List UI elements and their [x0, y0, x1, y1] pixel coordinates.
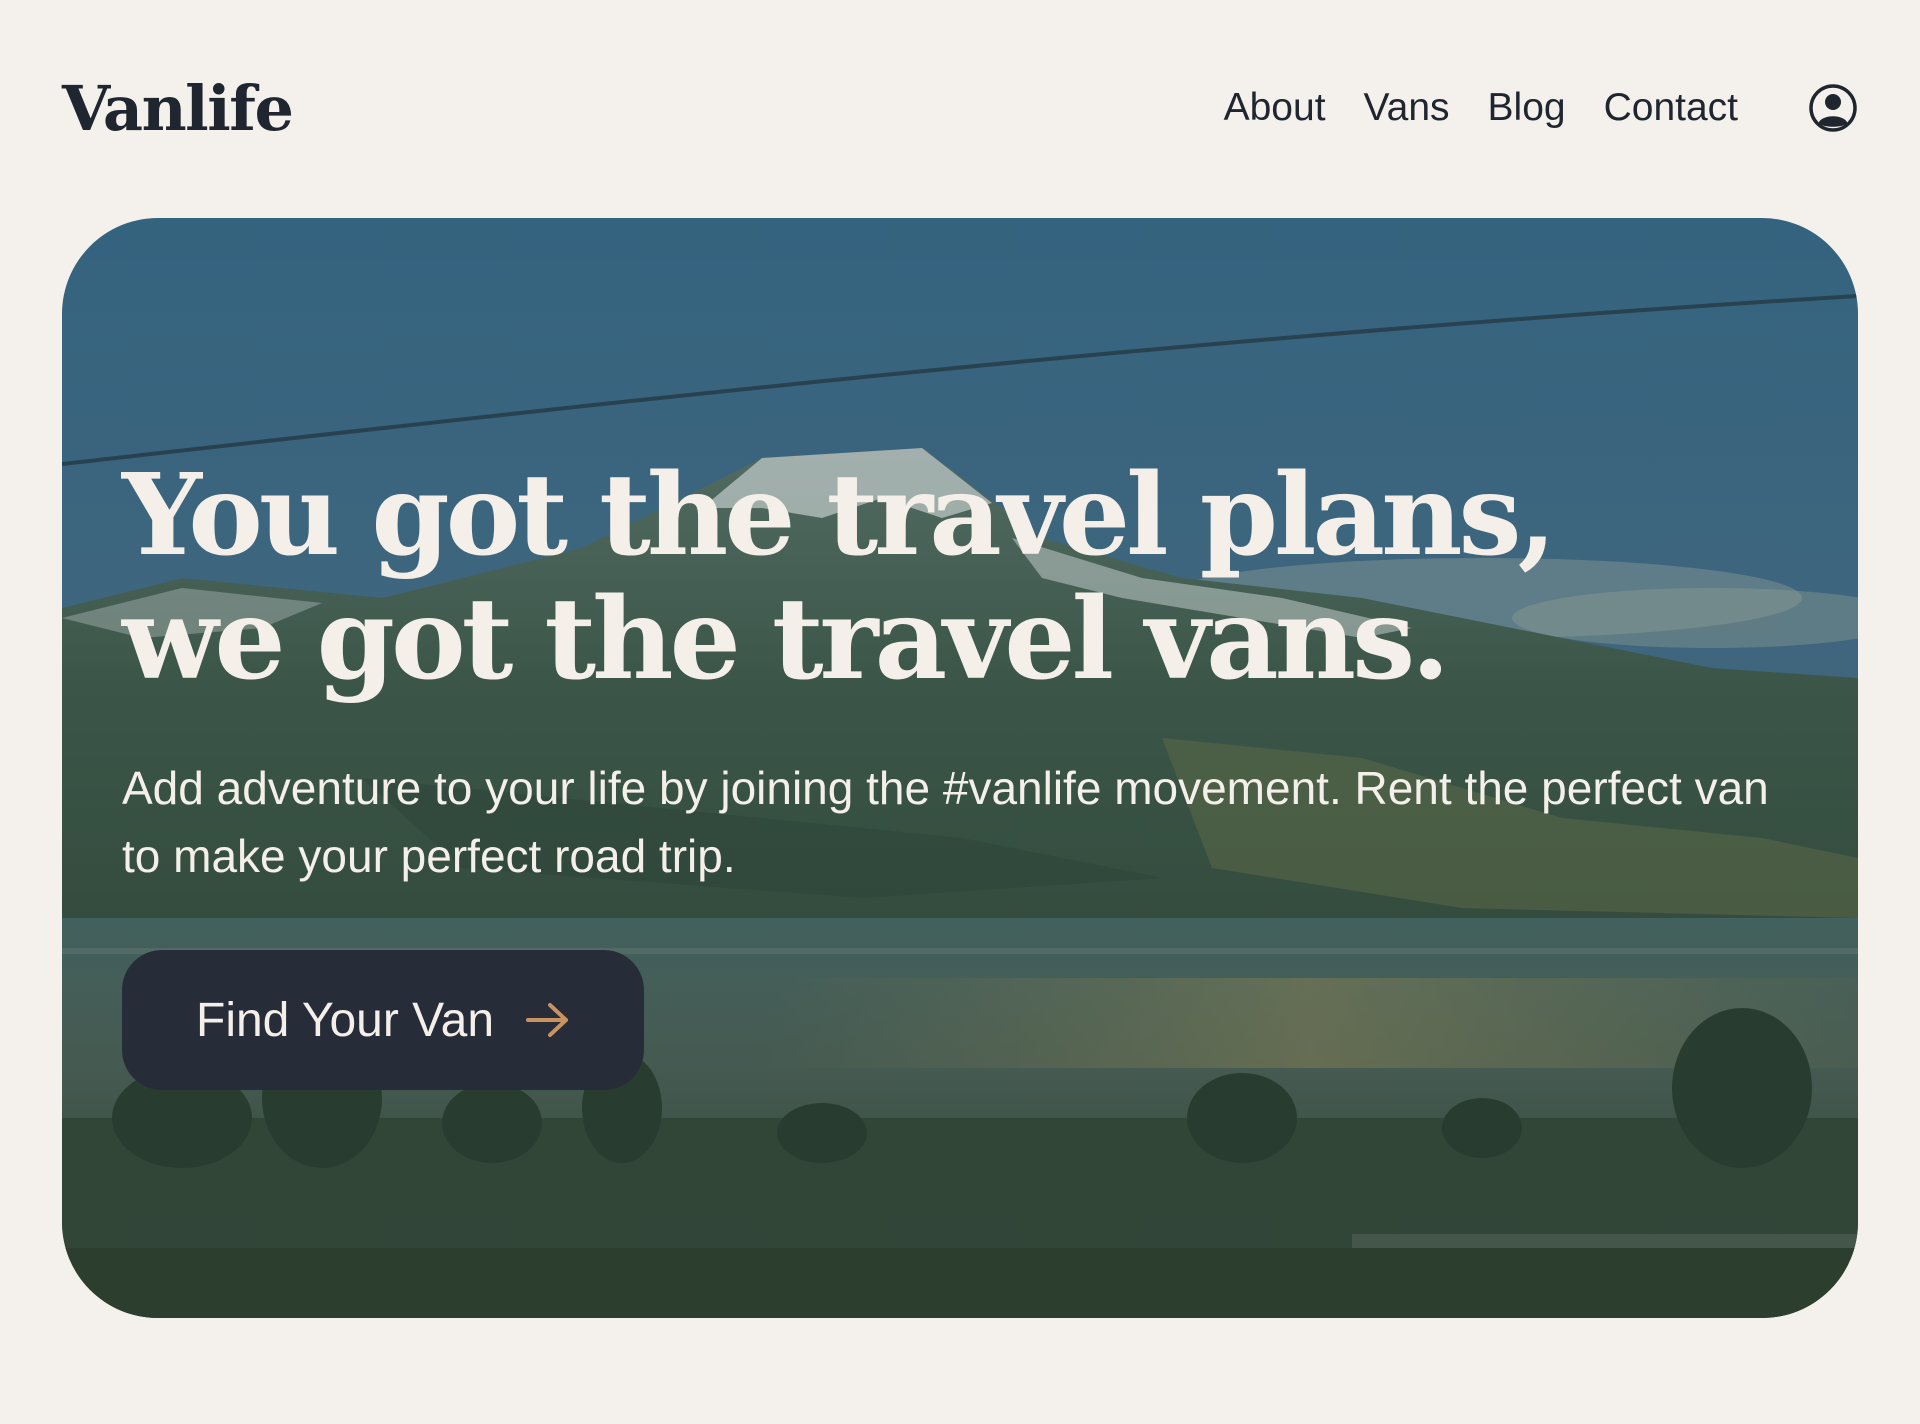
find-your-van-button[interactable]: Find Your Van — [122, 950, 645, 1090]
hero-subtitle: Add adventure to your life by joining th… — [122, 762, 1769, 882]
site-header: Vanlife About Vans Blog Contact — [62, 70, 1858, 146]
hero-title: You got the travel plans, we got the tra… — [122, 450, 1557, 705]
find-your-van-label: Find Your Van — [196, 993, 495, 1047]
site-logo[interactable]: Vanlife — [62, 72, 294, 145]
hero-section: You got the travel plans, we got the tra… — [62, 218, 1858, 1318]
nav-link-blog[interactable]: Blog — [1488, 86, 1566, 130]
hero-content: You got the travel plans, we got the tra… — [122, 454, 1802, 1090]
user-circle-icon — [1809, 84, 1857, 132]
arrow-right-icon — [524, 1000, 572, 1040]
account-button[interactable] — [1808, 83, 1858, 133]
nav-link-vans[interactable]: Vans — [1364, 86, 1450, 130]
nav-link-contact[interactable]: Contact — [1604, 86, 1738, 130]
main-nav: About Vans Blog Contact — [1224, 83, 1858, 133]
nav-link-about[interactable]: About — [1224, 86, 1326, 130]
